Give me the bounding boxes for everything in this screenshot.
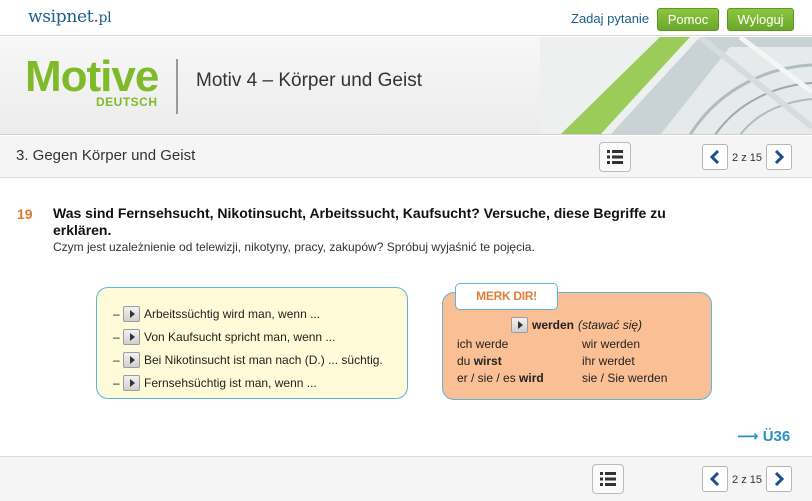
chevron-right-icon — [774, 150, 784, 164]
list-dash: – — [113, 306, 120, 321]
conjugation-cell: sie / Sie werden — [582, 371, 668, 385]
play-audio-icon[interactable] — [123, 374, 140, 391]
ask-question-link[interactable]: Zadaj pytanie — [571, 11, 649, 26]
conjugation-cell: du wirst — [457, 354, 502, 368]
verb-infinitive: werden — [532, 318, 575, 332]
course-banner: Motive DEUTSCH Motiv 4 – Körper und Geis… — [0, 37, 812, 135]
list-icon — [607, 150, 623, 164]
table-of-contents-button[interactable] — [592, 464, 624, 494]
list-dash: – — [113, 352, 120, 367]
logout-button[interactable]: Wyloguj — [727, 8, 794, 31]
exercise-reference-text: Ü36 — [762, 428, 791, 445]
table-of-contents-button[interactable] — [599, 142, 631, 172]
chevron-left-icon — [710, 150, 720, 164]
list-item-text: Arbeitssüchtig wird man, wenn ... — [144, 306, 321, 321]
banner-decoration-image — [540, 37, 812, 134]
play-audio-icon[interactable] — [511, 317, 528, 333]
list-item: – Fernsehsüchtig ist man, wenn ... — [113, 371, 383, 394]
section-bar: 3. Gegen Körper und Geist 2 z 15 — [0, 136, 812, 178]
conjugation-text: du — [457, 354, 474, 368]
previous-page-button[interactable] — [702, 144, 728, 170]
conjugation-cell: wir werden — [582, 337, 641, 351]
logo-main-text: Motive — [25, 52, 159, 101]
list-item: – Arbeitssüchtig wird man, wenn ... — [113, 302, 383, 325]
previous-page-button[interactable] — [702, 466, 728, 492]
brand-tld: pl — [98, 10, 112, 26]
verb-heading: werden (stawać się) — [511, 317, 642, 333]
conjugation-cell: er / sie / es wird — [457, 371, 544, 385]
arrow-right-icon: ⟶ — [737, 428, 759, 445]
help-button[interactable]: Pomoc — [657, 8, 719, 31]
next-page-button[interactable] — [766, 144, 792, 170]
exercise-reference-link[interactable]: ⟶ Ü36 — [737, 427, 790, 445]
list-item: – Bei Nikotinsucht ist man nach (D.) ... … — [113, 348, 383, 371]
next-page-button[interactable] — [766, 466, 792, 492]
list-dash: – — [113, 375, 120, 390]
verb-translation: (stawać się) — [578, 318, 643, 332]
conjugation-bold: wird — [519, 371, 544, 385]
play-audio-icon[interactable] — [123, 305, 140, 322]
bottom-bar: 2 z 15 — [0, 456, 812, 501]
list-item-text: Fernsehsüchtig ist man, wenn ... — [144, 375, 317, 390]
page-indicator: 2 z 15 — [732, 152, 762, 164]
chevron-right-icon — [774, 472, 784, 486]
logo-sub-text: DEUTSCH — [96, 95, 158, 109]
sentence-starters-box: – Arbeitssüchtig wird man, wenn ... – Von … — [96, 287, 408, 399]
conjugation-text: ich werde — [457, 337, 509, 351]
brand-text: wsipnet — [28, 7, 94, 27]
conjugation-cell: ihr werdet — [582, 354, 635, 368]
banner-title: Motiv 4 – Körper und Geist — [196, 70, 422, 91]
motive-logo: Motive DEUTSCH — [25, 52, 159, 110]
list-item: – Von Kaufsucht spricht man, wenn ... — [113, 325, 383, 348]
conjugation-bold: wirst — [473, 354, 502, 368]
exercise-number: 19 — [17, 206, 33, 222]
chevron-left-icon — [710, 472, 720, 486]
brand-logo[interactable]: wsipnet.pl — [28, 7, 112, 27]
list-dash: – — [113, 329, 120, 344]
exercise-subtitle: Czym jest uzależnienie od telewizji, nik… — [53, 240, 535, 254]
list-icon — [600, 472, 616, 486]
exercise-question: Was sind Fernsehsucht, Nikotinsucht, Arb… — [53, 205, 666, 238]
merk-dir-label: MERK DIR! — [455, 283, 558, 310]
page-indicator: 2 z 15 — [732, 474, 762, 486]
play-audio-icon[interactable] — [123, 351, 140, 368]
list-item-text: Von Kaufsucht spricht man, wenn ... — [144, 329, 336, 344]
play-audio-icon[interactable] — [123, 328, 140, 345]
list-item-text: Bei Nikotinsucht ist man nach (D.) ... s… — [144, 352, 383, 367]
sentence-starters-list: – Arbeitssüchtig wird man, wenn ... – Von … — [113, 302, 383, 394]
banner-divider — [176, 59, 178, 114]
top-bar: wsipnet.pl Zadaj pytanie Pomoc Wyloguj — [0, 0, 812, 36]
conjugation-cell: ich werde — [457, 337, 508, 351]
section-title: 3. Gegen Körper und Geist — [16, 147, 196, 164]
conjugation-text: er / sie / es — [457, 371, 520, 385]
